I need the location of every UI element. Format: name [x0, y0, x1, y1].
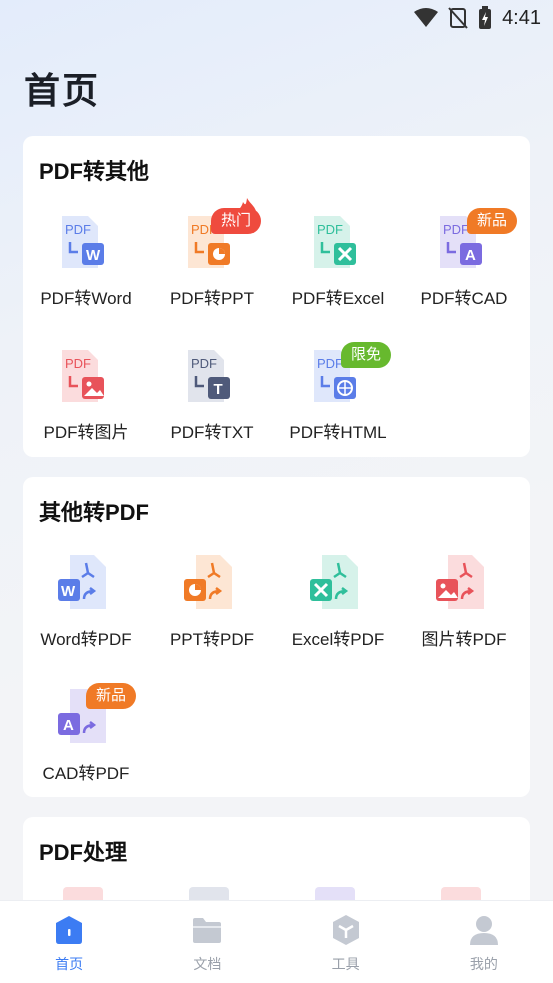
pdf-to-image-icon: PDF: [56, 346, 116, 406]
tab-profile[interactable]: 我的: [415, 901, 553, 983]
svg-text:PDF: PDF: [443, 222, 469, 237]
tool-label: PPT转PDF: [169, 630, 255, 649]
tool-label: PDF转图片: [43, 423, 129, 442]
svg-text:PDF: PDF: [317, 356, 343, 371]
tool-label: CAD转PDF: [42, 764, 130, 783]
free-badge: 限免: [341, 342, 392, 368]
new-badge: 新品: [86, 683, 137, 709]
svg-text:A: A: [63, 717, 74, 734]
pdf-to-excel-icon: PDF: [308, 212, 368, 272]
user-icon: [469, 916, 498, 945]
status-time: 4:41: [502, 6, 541, 29]
wifi-icon: [414, 8, 439, 27]
svg-text:W: W: [61, 583, 76, 600]
tool-image-to-pdf[interactable]: 图片转PDF: [401, 553, 527, 650]
tool-pdf-to-cad[interactable]: PDF A 新品 PDF转CAD: [401, 208, 527, 309]
section-pdf-to-other: PDF转其他 PDF W PDF转Word PDF 热门 PDF转PPT PDF…: [23, 136, 530, 457]
tool-label: PDF转TXT: [170, 423, 254, 442]
tool-ppt-to-pdf[interactable]: PPT转PDF: [149, 553, 275, 650]
bottom-tab-bar: 首页 文档 工具 我的: [0, 900, 553, 983]
tool-label: PDF转Word: [40, 289, 132, 308]
folder-icon: [193, 918, 222, 943]
tab-label: 我的: [469, 956, 498, 972]
tool-cad-to-pdf[interactable]: A 新品 CAD转PDF: [23, 683, 149, 784]
tool-word-to-pdf[interactable]: W Word转PDF: [23, 553, 149, 650]
hot-badge: 热门: [211, 208, 262, 234]
tool-label: Excel转PDF: [291, 630, 385, 649]
tab-label: 文档: [193, 956, 222, 972]
ppt-to-pdf-icon: [182, 553, 242, 613]
toolbox-icon: [332, 915, 359, 945]
pdf-to-word-icon: PDF W: [56, 212, 116, 272]
status-bar: 4:41: [0, 0, 553, 38]
tab-tools[interactable]: 工具: [277, 901, 415, 983]
svg-text:A: A: [465, 247, 476, 264]
image-to-pdf-icon: [434, 553, 494, 613]
svg-text:PDF: PDF: [65, 222, 91, 237]
tool-pdf-to-excel[interactable]: PDF PDF转Excel: [275, 212, 401, 309]
section-other-to-pdf: 其他转PDF W Word转PDF PPT转PDF Excel转PDF 图片转P…: [23, 477, 530, 797]
no-signal-icon: [448, 7, 468, 29]
svg-text:PDF: PDF: [191, 356, 217, 371]
excel-to-pdf-icon: [308, 553, 368, 613]
section-title: PDF处理: [39, 840, 128, 865]
svg-text:PDF: PDF: [65, 356, 91, 371]
tool-pdf-to-image[interactable]: PDF PDF转图片: [23, 346, 149, 443]
tool-label: 图片转PDF: [421, 630, 507, 649]
status-icons: 4:41: [414, 6, 541, 30]
tool-label: PDF转HTML: [289, 423, 387, 442]
tab-home[interactable]: 首页: [0, 901, 138, 983]
tool-pdf-to-ppt[interactable]: PDF 热门 PDF转PPT: [149, 198, 275, 309]
page-title: 首页: [24, 70, 101, 111]
section-title: 其他转PDF: [39, 500, 150, 525]
tab-label: 首页: [55, 956, 84, 972]
tool-label: PDF转Excel: [291, 289, 385, 308]
tool-pdf-to-word[interactable]: PDF W PDF转Word: [23, 212, 149, 309]
svg-text:W: W: [86, 247, 101, 264]
tool-label: PDF转CAD: [420, 289, 508, 308]
tool-pdf-to-html[interactable]: PDF 限免 PDF转HTML: [275, 342, 401, 443]
tool-pdf-to-txt[interactable]: PDF T PDF转TXT: [149, 346, 275, 443]
tab-label: 工具: [331, 956, 360, 972]
tab-documents[interactable]: 文档: [138, 901, 276, 983]
tool-label: Word转PDF: [40, 630, 132, 649]
svg-text:T: T: [214, 381, 223, 398]
pdf-to-txt-icon: PDF T: [182, 346, 242, 406]
section-title: PDF转其他: [39, 159, 150, 184]
home-icon: [56, 916, 83, 944]
svg-text:PDF: PDF: [317, 222, 343, 237]
battery-charging-icon: [479, 6, 492, 29]
tool-label: PDF转PPT: [169, 289, 255, 308]
tool-excel-to-pdf[interactable]: Excel转PDF: [275, 553, 401, 650]
word-to-pdf-icon: W: [56, 553, 116, 613]
new-badge: 新品: [467, 208, 518, 234]
